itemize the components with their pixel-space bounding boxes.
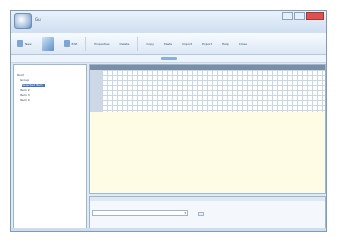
tree-item[interactable]: Item 3	[20, 94, 30, 97]
close-button[interactable]	[306, 12, 324, 20]
toolbar-button-11[interactable]: Close	[237, 37, 249, 51]
window-controls	[282, 12, 324, 20]
window-title: Gu	[35, 17, 41, 22]
toolbar-label: Delete	[119, 41, 130, 46]
details-apply-button[interactable]	[198, 212, 204, 216]
details-panel-header	[90, 197, 325, 201]
details-panel: ▾	[89, 196, 326, 230]
toolbar-label: New	[25, 41, 32, 46]
toolbar-label: Export	[202, 41, 212, 46]
app-icon[interactable]	[14, 13, 32, 29]
toolbar-label: Properties	[94, 41, 110, 46]
navigation-tree: Root Group Selected Item Item 2 Item 3 I…	[13, 64, 87, 230]
toolbar-label: Edit	[71, 41, 78, 46]
edit-icon	[63, 40, 70, 47]
chevron-down-icon: ▾	[184, 211, 186, 215]
toolbar-label: Help	[221, 41, 229, 46]
toolbar-button-4[interactable]: Properties	[92, 37, 111, 51]
application-window: Gu New Edit Properties Delete Copy Paste…	[10, 10, 327, 232]
details-dropdown[interactable]: ▾	[92, 210, 188, 216]
toolbar-button-5[interactable]: Delete	[118, 37, 132, 51]
schedule-grid-panel	[89, 64, 326, 194]
minimize-button[interactable]	[282, 12, 293, 20]
toolbar-button-8[interactable]: Import	[180, 37, 194, 51]
status-bar	[11, 228, 326, 231]
maximize-button[interactable]	[294, 12, 305, 20]
toolbar-label: Import	[182, 41, 193, 46]
toolbar-button-6[interactable]: Copy	[144, 37, 156, 51]
toolbar-label: Paste	[164, 41, 173, 46]
tree-item[interactable]: Item 4	[20, 99, 30, 102]
toolbar-separator	[85, 36, 87, 51]
toolbar-button-10[interactable]: Help	[220, 37, 231, 51]
toolbar-button-9[interactable]: Export	[200, 37, 214, 51]
toolbar-button-2[interactable]	[40, 36, 56, 51]
sub-toolbar	[11, 55, 326, 63]
document-icon	[17, 40, 23, 47]
toolbar-label: Close	[238, 41, 247, 46]
tree-item-selected[interactable]: Selected Item	[22, 84, 45, 87]
large-tool-icon	[41, 36, 54, 51]
ribbon-toolbar: New Edit Properties Delete Copy Paste Im…	[11, 33, 326, 55]
subbar-indicator[interactable]	[161, 57, 177, 60]
toolbar-button-3[interactable]: Edit	[62, 37, 80, 51]
tree-item-group[interactable]: Group	[20, 79, 29, 82]
grid-row-header	[90, 70, 102, 112]
tree-item-root[interactable]: Root	[17, 74, 24, 77]
toolbar-separator	[137, 36, 139, 51]
toolbar-button-7[interactable]: Paste	[162, 37, 174, 51]
title-bar: Gu	[11, 11, 326, 33]
toolbar-label: Copy	[146, 41, 155, 46]
tree-item[interactable]: Item 2	[20, 89, 30, 92]
grid-cells[interactable]	[102, 70, 325, 112]
toolbar-button-1[interactable]: New	[15, 37, 34, 51]
